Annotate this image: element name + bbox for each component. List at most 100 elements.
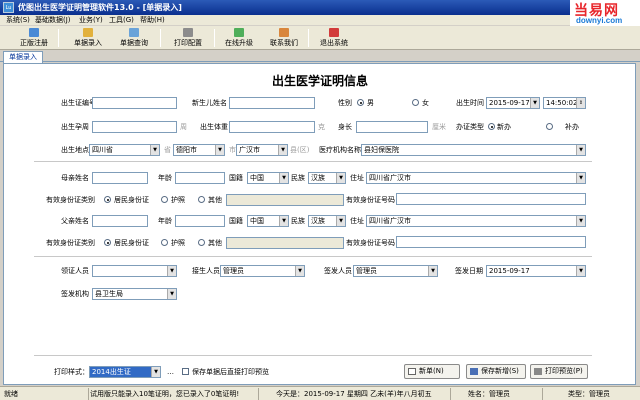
height-input[interactable]	[356, 121, 428, 133]
menu-basic-data[interactable]: 基础数据(J)	[33, 15, 73, 25]
print-style-value: 2014出生证	[92, 368, 131, 376]
preview-checkbox-label: 保存单据后直接打印预览	[192, 368, 269, 376]
province-select[interactable]: 四川省 ▼	[89, 144, 160, 156]
father-age-input[interactable]	[175, 215, 225, 227]
new-button-label: 新单(N)	[419, 367, 444, 375]
title-bar: Lu 优图出生医学证明管理软件13.0 - [单据录入]	[0, 0, 640, 15]
recorder-select[interactable]: 管理员 ▼	[220, 265, 305, 277]
chevron-down-icon: ▼	[336, 173, 345, 183]
father-address-select[interactable]: 四川省广汉市 ▼	[366, 215, 586, 227]
father-id-type-label: 有效身份证类别	[46, 239, 95, 247]
weight-input[interactable]	[229, 121, 315, 133]
update-button[interactable]: 在线升级	[221, 27, 257, 49]
chevron-down-icon: ▼	[576, 173, 585, 183]
handle-reissue-radio[interactable]	[546, 123, 553, 130]
mother-ethnicity-label: 民族	[291, 174, 305, 182]
cert-no-label: 出生证编号	[61, 99, 96, 107]
father-ethnicity-select[interactable]: 汉族 ▼	[308, 215, 346, 227]
mother-id-no-label: 有效身份证号码	[346, 196, 395, 204]
query-icon	[129, 28, 139, 37]
print-style-select[interactable]: 2014出生证 ▼	[89, 366, 161, 378]
birth-time-value: 14:50:02	[546, 99, 578, 107]
new-button[interactable]: 新单(N)	[404, 364, 460, 379]
father-id-other-label: 其他	[208, 239, 222, 247]
gest-weeks-input[interactable]	[92, 121, 177, 133]
entry-button[interactable]: 单据录入	[70, 27, 106, 49]
mother-id-no-input[interactable]	[396, 193, 586, 205]
preview-checkbox[interactable]	[182, 368, 189, 375]
handle-new-label: 新办	[497, 123, 511, 131]
menu-tools[interactable]: 工具(G)	[107, 15, 136, 25]
city-select[interactable]: 德阳市 ▼	[173, 144, 225, 156]
chevron-down-icon: ▼	[295, 266, 304, 276]
birth-time-spinner[interactable]: 14:50:02 ⇕	[543, 97, 586, 109]
father-name-input[interactable]	[92, 215, 148, 227]
status-today: 今天是：2015-09-17 星期四 乙未(羊)年八月初五	[276, 390, 432, 398]
print-style-more[interactable]: …	[167, 367, 174, 377]
exit-button[interactable]: 退出系统	[316, 27, 352, 49]
mother-nationality-select[interactable]: 中国 ▼	[247, 172, 289, 184]
mother-id-resident-radio[interactable]	[104, 196, 111, 203]
mother-id-other-input[interactable]	[226, 194, 344, 206]
issue-date-picker[interactable]: 2015-09-17 ▼	[486, 265, 586, 277]
chevron-down-icon: ▼	[279, 216, 288, 226]
handle-new-radio[interactable]	[488, 123, 495, 130]
status-role: 类型：管理员	[568, 390, 610, 398]
register-label: 正版注册	[20, 39, 48, 47]
baby-name-input[interactable]	[229, 97, 315, 109]
father-id-other-input[interactable]	[226, 237, 344, 249]
issue-org-select[interactable]: 县卫生局 ▼	[92, 288, 177, 300]
father-nationality-select[interactable]: 中国 ▼	[247, 215, 289, 227]
spinner-icon: ⇕	[576, 98, 585, 108]
mother-id-other-radio[interactable]	[198, 196, 205, 203]
chevron-down-icon: ▼	[151, 367, 160, 377]
father-id-no-input[interactable]	[396, 236, 586, 248]
handle-type-label: 办证类型	[456, 123, 484, 131]
city-value: 德阳市	[176, 146, 197, 154]
mother-name-input[interactable]	[92, 172, 148, 184]
status-divider	[88, 388, 89, 400]
print-config-button[interactable]: 打印配置	[170, 27, 206, 49]
mother-id-passport-radio[interactable]	[161, 196, 168, 203]
divider	[34, 161, 592, 162]
mother-age-input[interactable]	[175, 172, 225, 184]
tab-entry[interactable]: 单据录入	[3, 51, 43, 63]
institution-select[interactable]: 县妇保医院 ▼	[361, 144, 586, 156]
print-preview-label: 打印预览(P)	[545, 367, 583, 375]
mother-ethnicity-select[interactable]: 汉族 ▼	[308, 172, 346, 184]
query-button[interactable]: 单据查询	[116, 27, 152, 49]
birth-date-picker[interactable]: 2015-09-17 ▼	[486, 97, 540, 109]
contact-button[interactable]: 联系我们	[266, 27, 302, 49]
gender-male-radio[interactable]	[357, 99, 364, 106]
chevron-down-icon: ▼	[215, 145, 224, 155]
gender-female-label: 女	[422, 99, 429, 107]
register-button[interactable]: 正版注册	[16, 27, 52, 49]
menu-business[interactable]: 业务(Y)	[77, 15, 105, 25]
mother-address-select[interactable]: 四川省广汉市 ▼	[366, 172, 586, 184]
baby-name-label: 新生儿姓名	[192, 99, 227, 107]
institution-label: 医疗机构名称	[319, 146, 361, 154]
issuer-label: 签发人员	[324, 267, 352, 275]
father-id-passport-radio[interactable]	[161, 239, 168, 246]
father-id-other-radio[interactable]	[198, 239, 205, 246]
status-divider	[450, 388, 451, 400]
issuer-select[interactable]: 管理员 ▼	[353, 265, 438, 277]
form-title: 出生医学证明信息	[271, 74, 368, 88]
entry-icon	[83, 28, 93, 37]
receiver-select[interactable]: ▼	[92, 265, 177, 277]
menu-help[interactable]: 帮助(H)	[138, 15, 167, 25]
gender-female-radio[interactable]	[412, 99, 419, 106]
save-new-button[interactable]: 保存新增(S)	[466, 364, 526, 379]
printer-icon	[183, 28, 193, 37]
mother-id-passport-label: 护照	[171, 196, 185, 204]
county-select[interactable]: 广汉市 ▼	[236, 144, 288, 156]
county-unit: 县(区)	[290, 146, 310, 154]
receiver-label: 领证人员	[61, 267, 89, 275]
chevron-down-icon: ▼	[428, 266, 437, 276]
handle-reissue-label: 补办	[565, 123, 579, 131]
menu-system[interactable]: 系统(S)	[4, 15, 32, 25]
cert-no-input[interactable]	[92, 97, 177, 109]
toolbar-divider	[58, 29, 59, 47]
print-preview-button[interactable]: 打印预览(P)	[530, 364, 588, 379]
father-id-resident-radio[interactable]	[104, 239, 111, 246]
